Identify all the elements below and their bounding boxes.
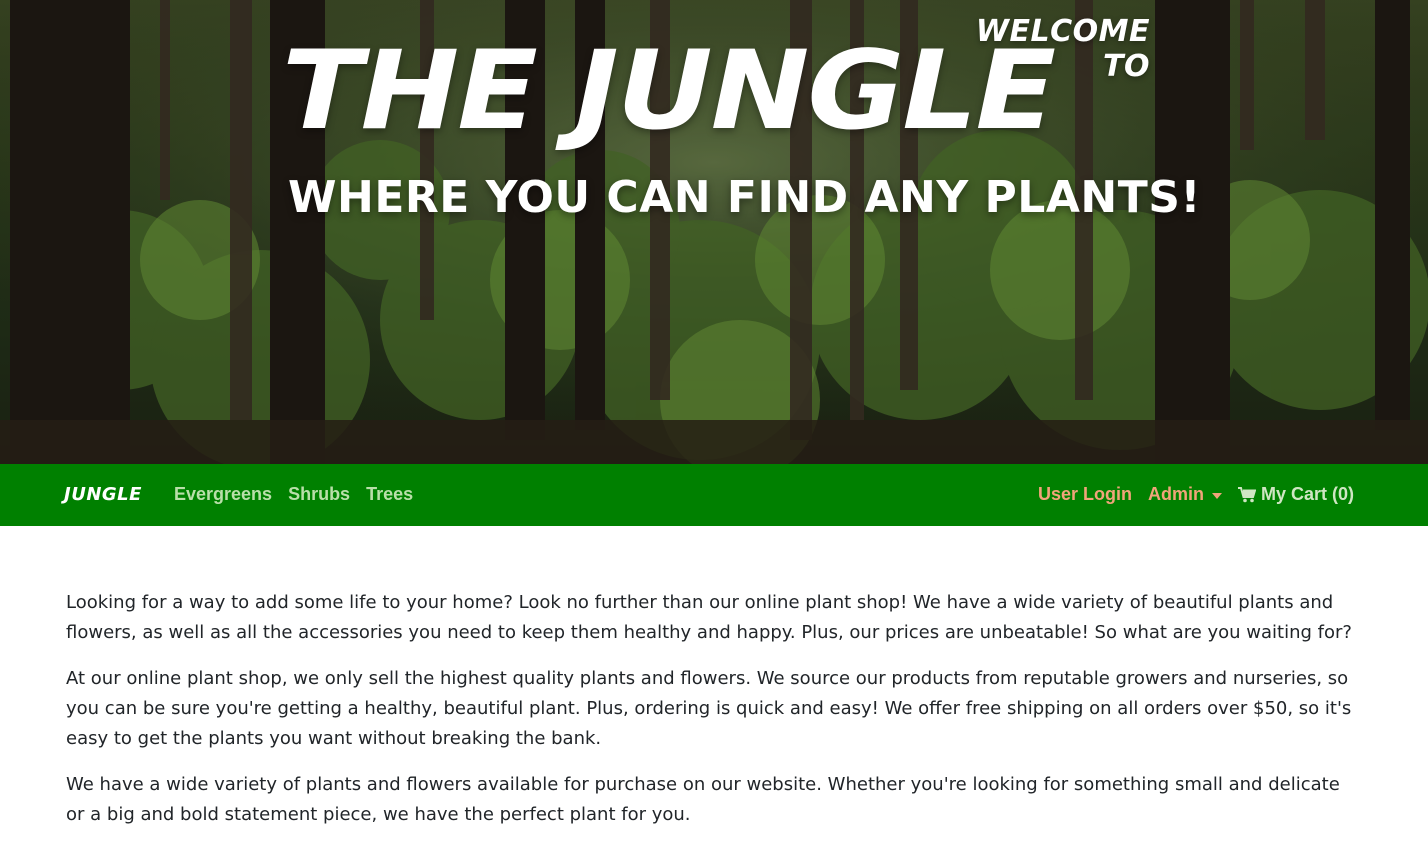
user-login-link[interactable]: User Login [1038,484,1132,505]
intro-content: Looking for a way to add some life to yo… [66,588,1362,846]
brand-logo-link[interactable]: JUNGLE [64,484,142,505]
user-login-label: User Login [1037,484,1132,504]
hero-tagline: WHERE YOU CAN FIND ANY PLANTS! [288,172,1201,223]
caret-down-icon [1211,492,1222,499]
nav-link-trees[interactable]: Trees [366,484,413,505]
hero-title: THE JUNGLE [282,26,1056,154]
category-nav: Evergreens Shrubs Trees [174,484,413,505]
shopping-cart-icon [1237,486,1256,502]
my-cart-label: My Cart (0) [1260,484,1354,504]
main-navbar: JUNGLE Evergreens Shrubs Trees User Logi… [0,464,1428,526]
nav-link-shrubs[interactable]: Shrubs [288,484,350,505]
intro-paragraph: We have a wide variety of plants and flo… [66,774,1340,825]
admin-label: Admin [1147,484,1204,504]
my-cart-link[interactable]: My Cart (0) [1237,484,1354,505]
account-nav: User Login Admin My Cart (0) [1038,484,1354,505]
admin-dropdown-toggle[interactable]: Admin [1148,484,1222,505]
nav-link-evergreens[interactable]: Evergreens [174,484,272,505]
intro-paragraph: At our online plant shop, we only sell t… [66,668,1352,749]
intro-paragraph: Looking for a way to add some life to yo… [66,592,1352,643]
hero-banner: WELCOME TO THE JUNGLE WHERE YOU CAN FIND… [0,0,1428,464]
